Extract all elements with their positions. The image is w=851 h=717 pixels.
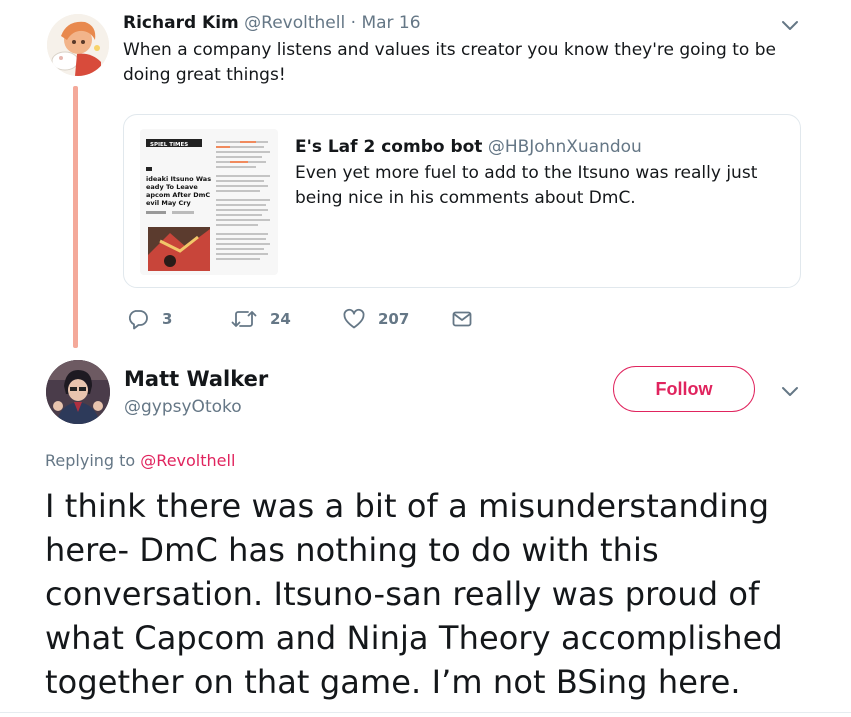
quoted-author-name[interactable]: E's Laf 2 combo bot [295,137,482,157]
quoted-tweet-thumbnail: SPIEL TIMES ideaki Itsuno Was eady To Le… [140,129,278,275]
like-icon [342,307,366,331]
chevron-down-icon[interactable] [778,380,802,404]
chevron-down-icon[interactable] [778,14,802,38]
tweet-text: When a company listens and values its cr… [123,40,776,85]
thumbnail-site-name: SPIEL TIMES [150,142,188,148]
header-separator: · [350,13,357,33]
tweet-header: Richard Kim @Revolthell · Mar 16 [123,12,421,34]
replying-to-link[interactable]: @Revolthell [140,451,235,470]
author-name[interactable]: Richard Kim [123,13,239,33]
dm-button[interactable] [451,304,473,334]
avatar-illustration [47,14,109,76]
reply-count: 3 [162,310,173,328]
author-handle[interactable]: @gypsyOtoko [124,396,242,418]
quoted-author-handle[interactable]: @HBJohnXuandou [488,137,642,157]
like-count: 207 [378,310,410,328]
divider [0,712,851,713]
avatar[interactable] [46,360,110,424]
reply-icon [126,307,150,331]
quoted-tweet-text: Even yet more fuel to add to the Itsuno … [295,163,758,208]
follow-button[interactable]: Follow [613,366,755,412]
author-name[interactable]: Matt Walker [124,366,268,392]
avatar[interactable] [47,14,109,76]
tweet-date[interactable]: Mar 16 [361,13,420,33]
retweet-icon [230,307,258,331]
tweet-actions: 3 24 207 [126,304,486,334]
reply-button[interactable]: 3 [126,304,172,334]
dm-icon [451,308,473,330]
retweet-button[interactable]: 24 [230,304,291,334]
replying-to: Replying to @Revolthell [45,450,235,472]
tweet-text: I think there was a bit of a misundersta… [45,487,783,701]
quoted-tweet-header: E's Laf 2 combo bot @HBJohnXuandou [295,136,642,158]
thread-connector-line [73,86,78,348]
retweet-count: 24 [270,310,291,328]
replying-prefix: Replying to [45,451,136,470]
author-handle[interactable]: @Revolthell [244,13,345,33]
avatar-illustration [46,360,110,424]
quoted-tweet[interactable]: SPIEL TIMES ideaki Itsuno Was eady To Le… [123,114,801,288]
like-button[interactable]: 207 [342,304,409,334]
